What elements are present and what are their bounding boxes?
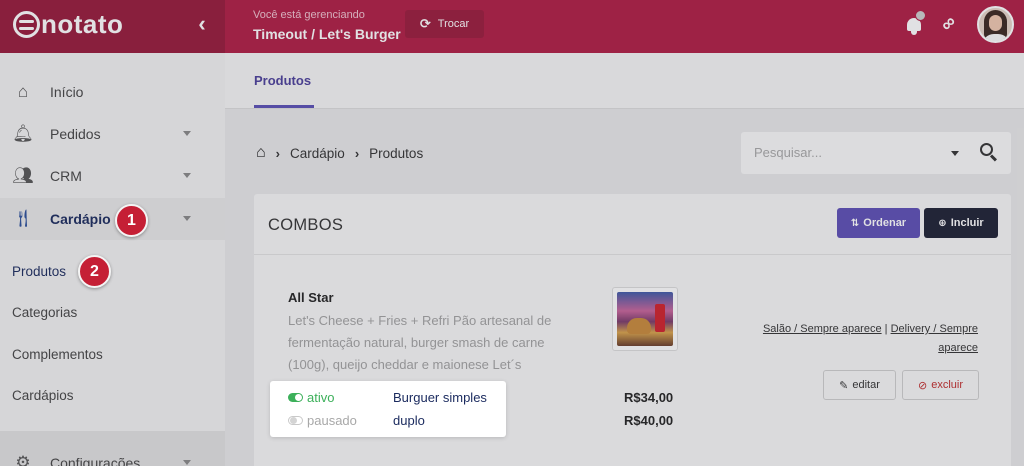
tab-produtos[interactable]: Produtos [254,73,311,88]
breadcrumb-cardapio[interactable]: Cardápio [290,146,345,161]
sidebar-item-cardapio[interactable]: 🍴︎ Cardápio [0,198,225,240]
submenu-item-categorias[interactable]: Categorias [12,305,77,320]
channel-salao-link[interactable]: Salão / Sempre aparece [763,323,882,335]
chevron-down-icon [183,173,191,178]
product-description: Let's Cheese + Fries + Refri Pão artesan… [288,313,552,372]
variants-highlight: ativo Burguer simples pausado duplo [270,381,506,437]
utensils-icon: 🍴︎ [12,209,34,228]
tab-bar: Produtos [225,53,1024,109]
breadcrumb: ⌂ › Cardápio › Produtos [256,144,423,162]
step-badge: 2 [78,255,111,288]
sidebar-item-inicio[interactable]: ⌂ Início [0,71,225,113]
chevron-down-icon [183,460,191,465]
search-input[interactable] [754,145,934,160]
logo-icon [13,11,40,38]
tab-active-indicator [254,105,314,108]
channel-separator: | [881,323,891,335]
managing-caption: Você está gerenciando [253,9,365,21]
toggle-off-icon[interactable] [288,416,303,425]
sidebar: ⌂ Início 🔔︎ Pedidos 👥︎ CRM 🍴︎ Cardápio P… [0,53,225,466]
order-label: Ordenar [863,217,907,229]
search-icon[interactable] [980,143,1000,163]
top-bar: notato ‹ Você está gerenciando Timeout /… [0,0,1024,53]
sidebar-item-label: Pedidos [50,126,101,142]
sidebar-item-configuracoes[interactable]: ⚙︎ Configurações [0,442,225,466]
variant-name: duplo [393,413,425,428]
breadcrumb-produtos: Produtos [369,145,424,161]
submenu-item-produtos[interactable]: Produtos [12,264,66,279]
add-label: Incluir [950,217,984,229]
channel-delivery-link[interactable]: Delivery / Sempre aparece [891,323,978,354]
delete-button[interactable]: ⊘ excluir [902,370,979,400]
variant-price: R$34,00 [624,390,674,405]
managing-store: Você está gerenciando Timeout / Let's Bu… [253,9,401,42]
logo[interactable]: notato [13,11,123,38]
variant-row: pausado duplo [288,413,425,428]
sidebar-item-label: Configurações [50,455,141,466]
swap-store-button[interactable]: ⟳ Trocar [405,10,484,38]
collapse-sidebar-button[interactable]: ‹ [190,12,214,36]
submenu-item-cardapios[interactable]: Cardápios [12,388,74,403]
user-avatar[interactable] [977,6,1014,43]
sidebar-item-crm[interactable]: 👥︎ CRM [0,155,225,197]
chevron-right-icon: › [354,145,360,161]
sidebar-item-label: CRM [50,168,82,184]
refresh-icon: ⟳ [419,16,431,31]
variant-name: Burguer simples [393,390,487,405]
sort-icon: ⇅ [850,217,860,229]
product-name: All Star [288,290,334,305]
users-icon: 👥︎ [12,166,34,185]
delete-label: excluir [931,379,963,391]
sidebar-item-label: Cardápio [50,211,111,227]
edit-label: editar [852,379,880,391]
gear-icon: ⚙︎ [15,453,31,466]
variant-status: pausado [307,413,357,428]
toggle-on-icon[interactable] [288,393,303,402]
category-title: COMBOS [268,216,344,234]
variant-status: ativo [307,390,335,405]
add-button[interactable]: ⊕ Incluir [924,208,998,238]
chevron-down-icon [183,131,191,136]
logo-text: notato [41,9,124,39]
variant-row: ativo Burguer simples [288,390,487,405]
swap-label: Trocar [437,18,470,30]
sidebar-item-pedidos[interactable]: 🔔︎ Pedidos [0,113,225,155]
bell-icon: 🔔︎ [12,124,34,143]
plus-circle-icon: ⊕ [938,217,947,229]
submenu-item-complementos[interactable]: Complementos [12,347,103,362]
home-icon: ⌂ [17,82,29,101]
notification-badge [915,10,926,21]
chevron-down-icon [183,216,191,221]
edit-button[interactable]: ✎ editar [823,370,896,400]
edit-icon: ✎ [839,379,849,392]
order-button[interactable]: ⇅ Ordenar [837,208,920,238]
managing-store-name: Timeout / Let's Burger [253,26,401,42]
card-header: COMBOS ⇅ Ordenar ⊕ Incluir [254,194,1011,255]
notifications-bell-icon[interactable] [905,10,926,36]
chevron-down-icon[interactable] [951,151,959,156]
sidebar-item-label: Início [50,84,84,100]
chevron-right-icon: › [275,145,281,161]
variant-price: R$40,00 [624,413,674,428]
search-box [741,132,1011,174]
step-badge: 1 [115,204,148,237]
product-channels: Salão / Sempre aparece | Delivery / Semp… [724,320,978,358]
ban-icon: ⊘ [917,379,928,392]
brand-area: notato ‹ [0,0,225,53]
product-image[interactable] [612,287,678,351]
link-icon[interactable]: ∞ [933,8,964,39]
home-icon[interactable]: ⌂ [256,144,266,162]
